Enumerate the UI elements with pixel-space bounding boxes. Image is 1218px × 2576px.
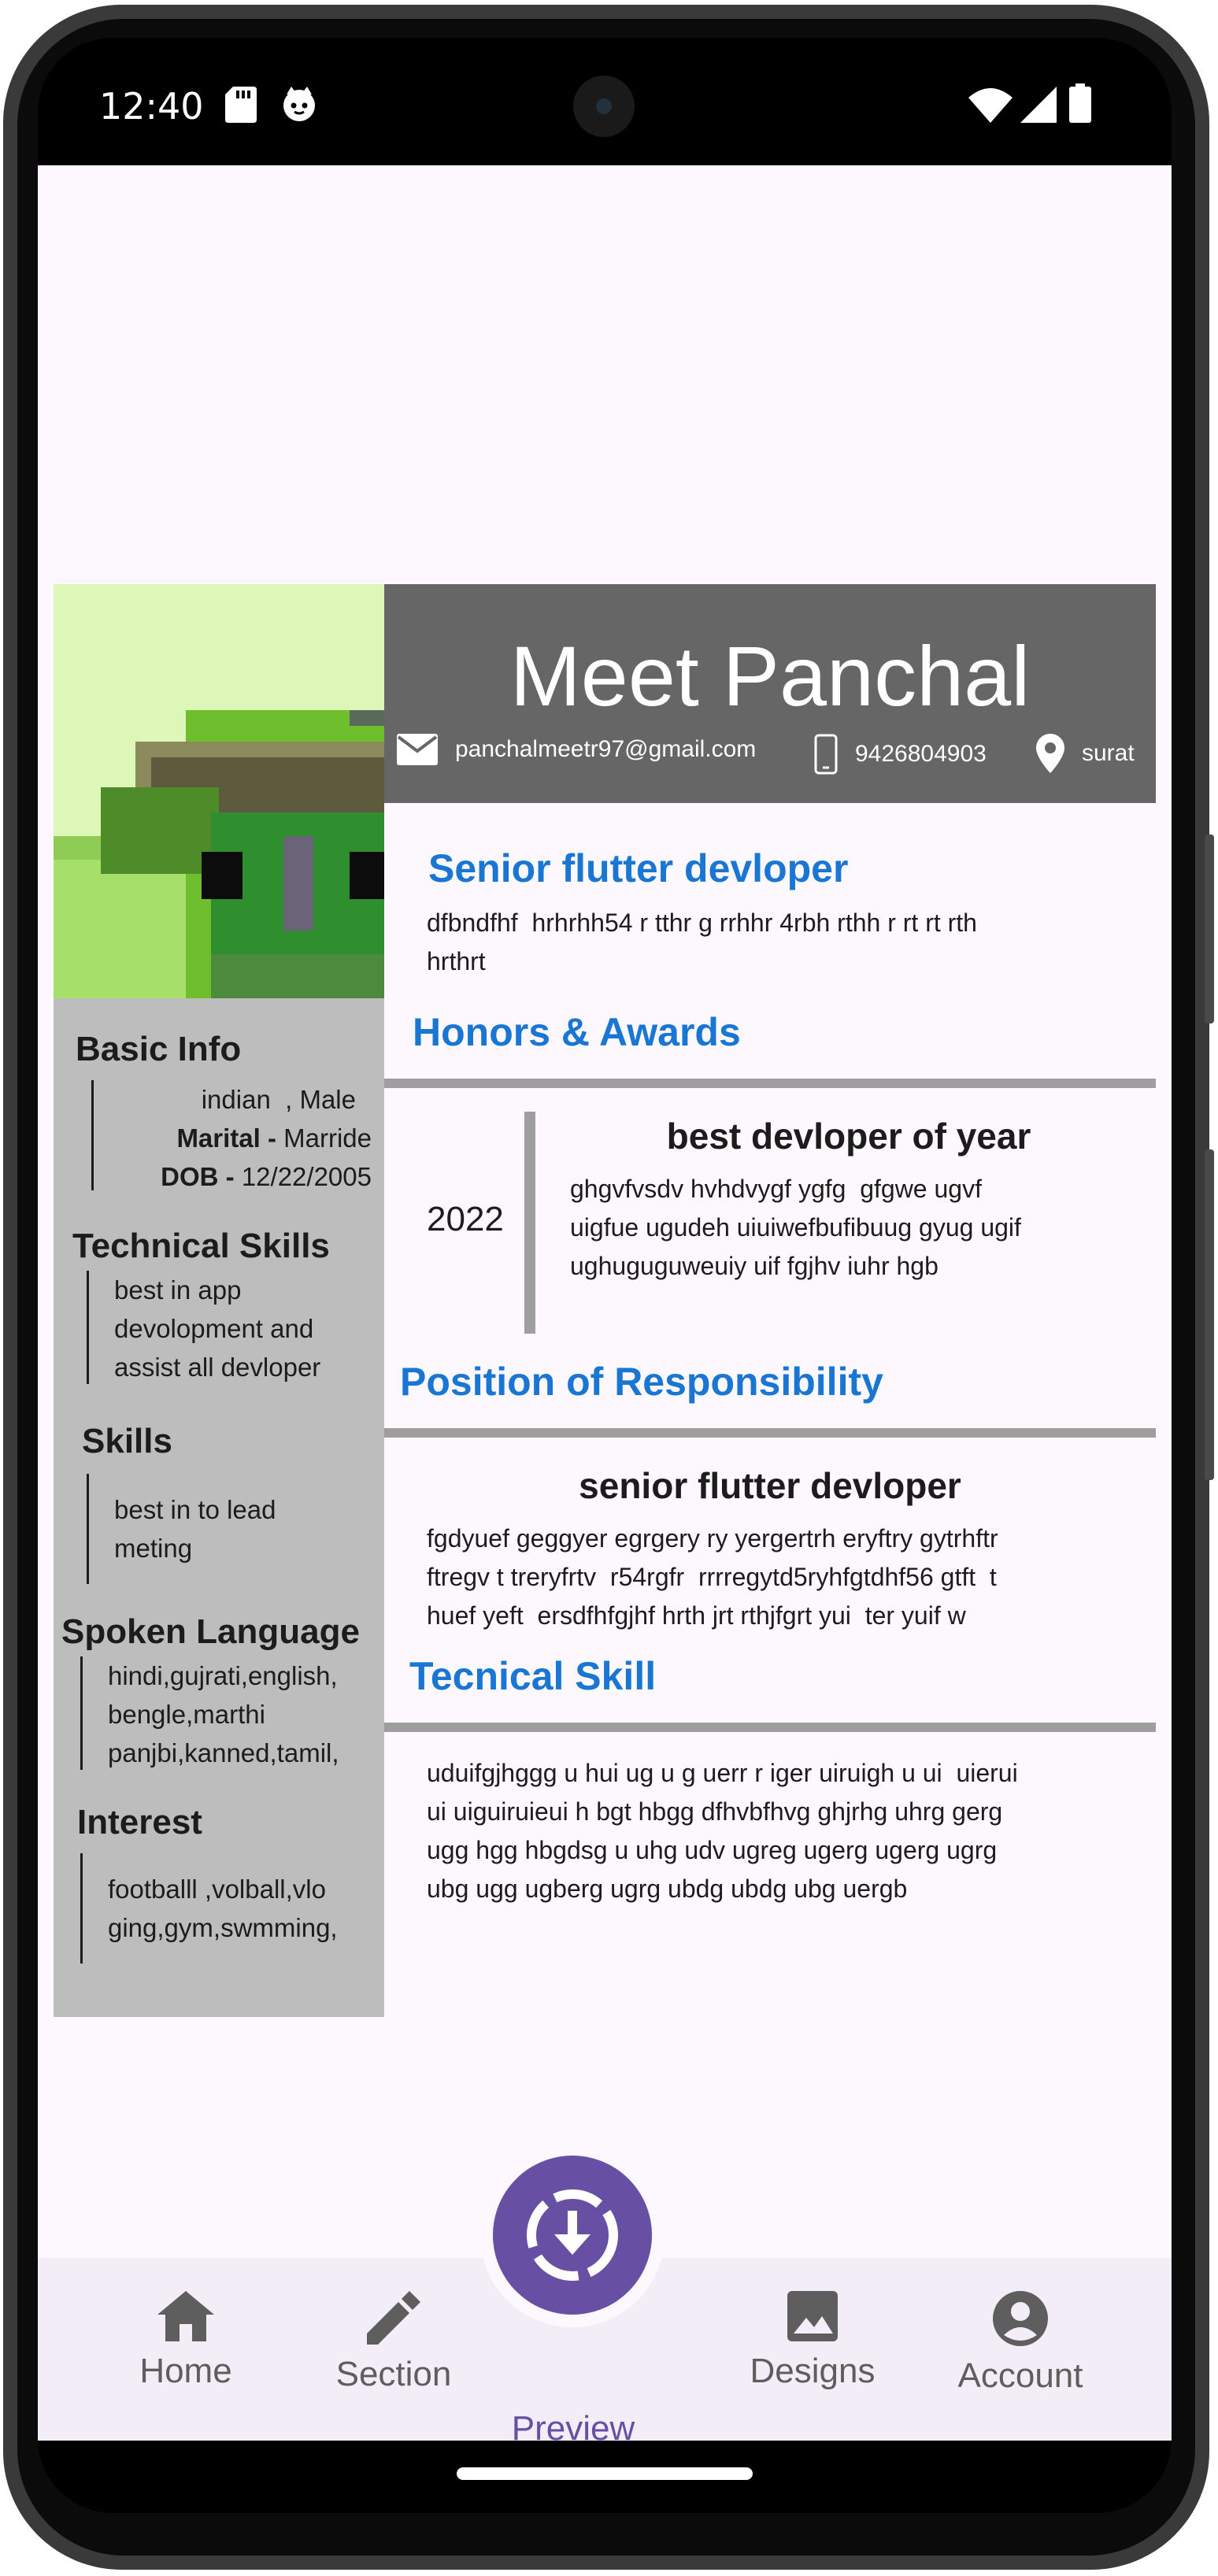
date-of-birth: DOB - 12/22/2005 [94,1157,372,1196]
sd-card-icon [225,87,257,123]
battery-icon [1069,83,1091,123]
award-title: best devloper of year [666,1116,1031,1157]
interest-title: Interest [77,1803,202,1841]
phone-text: 9426804903 [855,741,987,767]
skills-title: Skills [82,1422,172,1460]
phone-icon [814,734,838,775]
contact-row: panchalmeetr97@gmail.com 9426804903 sura… [397,734,1153,775]
honors-divider [384,1079,1156,1088]
dob-value: 12/22/2005 [241,1162,372,1191]
technical-skill-title: Tecnical Skill [409,1654,657,1698]
full-name: Meet Panchal [509,628,1031,724]
image-icon [787,2291,838,2341]
screen: 12:40 Basic Info indian , Male Marital -… [38,38,1172,2513]
account-icon [993,2291,1048,2346]
preview-fab[interactable] [493,2156,652,2315]
home-indicator[interactable] [457,2467,753,2480]
resume-preview[interactable]: Basic Info indian , Male Marital - Marri… [54,584,1170,2017]
dob-label: DOB - [161,1162,242,1191]
app-content: Basic Info indian , Male Marital - Marri… [38,165,1172,2448]
contact-location: surat [1036,734,1135,773]
status-time: 12:40 [99,85,204,128]
nationality-gender: indian , Male [201,1085,356,1114]
contact-phone: 9426804903 [814,734,987,775]
app-notification-icon [283,87,315,121]
skills-body: best in to lead meting [87,1474,276,1584]
resume-header: Meet Panchal panchalmeetr97@gmail.com 94… [384,584,1156,803]
email-text: panchalmeetr97@gmail.com [455,736,757,762]
pencil-icon [367,2291,420,2345]
volume-button [1205,1149,1214,1480]
position-title: Position of Responsibility [400,1360,883,1404]
objective-text: dfbndfhf hrhrhh54 r tthr g rrhhr 4rbh rt… [427,909,977,975]
nav-account[interactable]: Account [942,2291,1099,2396]
marital-label: Marital - [176,1123,284,1153]
contact-email: panchalmeetr97@gmail.com [397,734,756,765]
technical-skills-body: best in app devolopment and assist all d… [87,1271,320,1384]
basic-info-body: indian , Male Marital - Marride DOB - 12… [91,1080,375,1191]
nav-account-label: Account [957,2356,1083,2395]
spoken-language-body: hindi,gujrati,english, bengle,marthi pan… [80,1656,339,1770]
profile-photo [54,584,384,998]
phone-frame: 12:40 Basic Info indian , Male Marital -… [0,0,1218,2576]
status-bar: 12:40 [38,38,1172,165]
position-divider [384,1428,1156,1438]
award-description: ghgvfvsdv hvhdvygf ygfg gfgwe ugvf uigfu… [570,1175,1021,1280]
email-icon [397,734,438,765]
preview-fab-notch [480,2143,665,2327]
objective-title: Senior flutter devloper [428,846,849,890]
location-text: surat [1082,740,1135,766]
resume-sidebar: Basic Info indian , Male Marital - Marri… [54,584,384,2017]
power-button [1205,835,1214,1023]
marital-status: Marital - Marride [94,1119,372,1157]
nav-designs-label: Designs [750,2352,876,2390]
spoken-language-title: Spoken Language [61,1612,360,1651]
marital-value: Marride [283,1123,372,1153]
nav-home-label: Home [139,2352,232,2390]
technical-skill-description: uduifgjhggg u hui ug u g uerr r iger uir… [427,1759,1018,1903]
download-icon [527,2189,618,2281]
award-timeline-bar [524,1112,535,1334]
nav-section[interactable]: Section [315,2291,472,2394]
award-year: 2022 [427,1200,504,1238]
cellular-signal-icon [1020,87,1057,123]
nav-designs[interactable]: Designs [734,2291,891,2391]
honors-title: Honors & Awards [413,1010,741,1054]
home-icon [157,2291,214,2341]
front-camera [573,76,635,137]
technical-divider [384,1723,1156,1732]
nav-section-label: Section [335,2355,452,2393]
nav-home[interactable]: Home [107,2291,265,2391]
location-pin-icon [1036,734,1064,773]
wifi-icon [968,88,1013,123]
position-role: senior flutter devloper [579,1465,961,1506]
interest-body: footballl ,volball,vlo ging,gym,swmming, [80,1853,338,1963]
technical-skills-title: Technical Skills [72,1227,330,1265]
basic-info-title: Basic Info [76,1030,242,1068]
position-description: fgdyuef geggyer egrgery ry yergertrh ery… [427,1524,998,1630]
